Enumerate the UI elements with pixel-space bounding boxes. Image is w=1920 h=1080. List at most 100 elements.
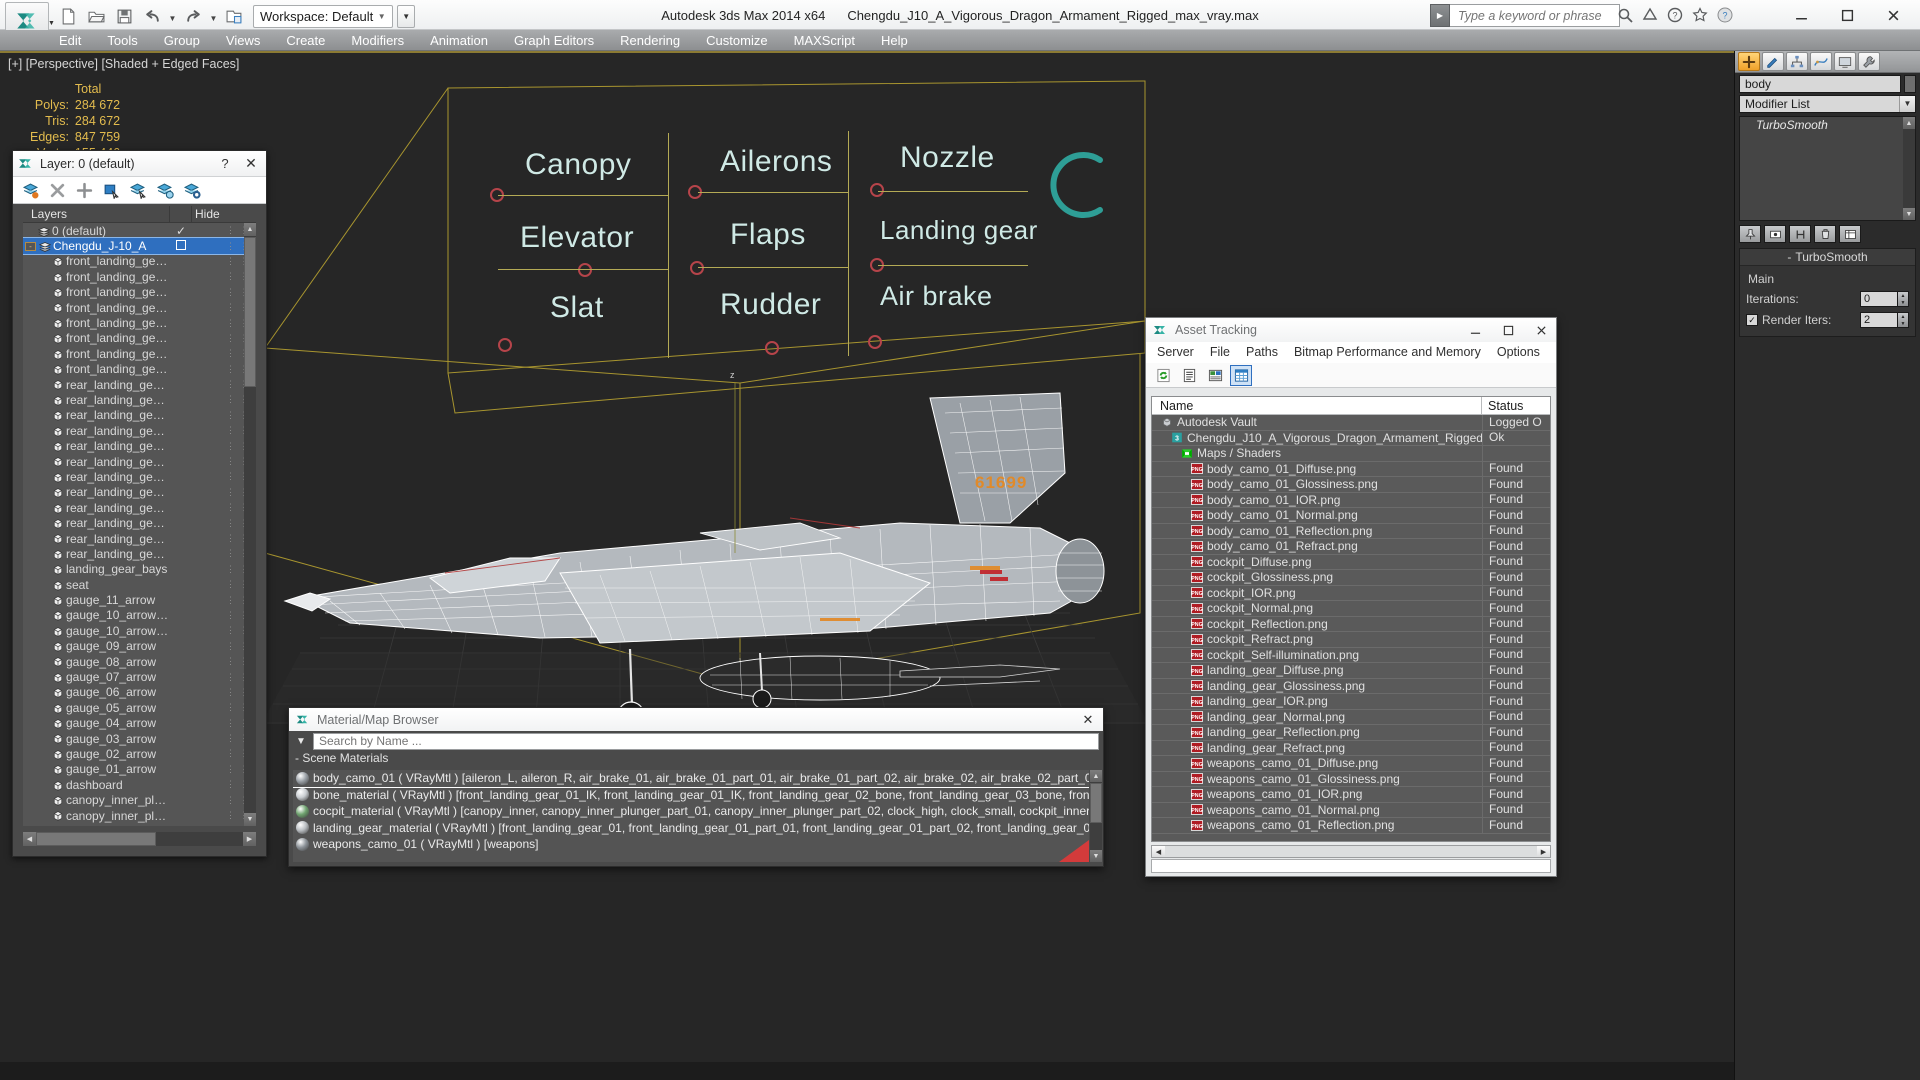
asset-list-grid[interactable]: Name Status Autodesk Vault Logged O 3 Cheng…: [1151, 396, 1551, 842]
layer-row[interactable]: gauge_05_arrow ⋮ ⋮: [23, 700, 256, 715]
scroll-left-arrow-icon[interactable]: ◀: [1152, 846, 1165, 857]
material-filter-dropdown-icon[interactable]: ▼: [293, 736, 309, 747]
paths-view-button[interactable]: [1204, 365, 1226, 386]
menu-item-views[interactable]: Views: [213, 30, 273, 51]
layer-row[interactable]: front_landing_gear_01_part_03⋮ ⋮: [23, 331, 256, 346]
object-name-input[interactable]: [1739, 74, 1901, 93]
layer-manager-dialog[interactable]: Layer: 0 (default) ? ✕ Layers Hide 0 (de…: [12, 150, 267, 857]
layer-dialog-close-button[interactable]: ✕: [240, 155, 262, 172]
layer-row[interactable]: - Chengdu_J-10_A ⋮ ⋮: [23, 237, 256, 255]
layer-row[interactable]: front_landing_gear_04⋮ ⋮: [23, 269, 256, 284]
expand-collapse-icon[interactable]: -: [25, 241, 36, 251]
close-button[interactable]: [1871, 2, 1916, 28]
undo-history-arrow-icon[interactable]: ▼: [167, 5, 178, 27]
modifier-list-dropdown[interactable]: Modifier List ▼: [1739, 95, 1916, 113]
asset-menu-file[interactable]: File: [1202, 342, 1238, 363]
highlight-selected-objects-button[interactable]: [154, 180, 177, 201]
scroll-thumb-h[interactable]: [36, 832, 156, 846]
scroll-up-arrow-icon[interactable]: ▲: [244, 223, 256, 236]
tab-utilities[interactable]: [1858, 52, 1880, 71]
scroll-right-arrow-icon[interactable]: ▶: [243, 832, 256, 846]
asset-row[interactable]: PNG cockpit_Glossiness.png Found: [1152, 569, 1550, 586]
maximize-button[interactable]: [1825, 2, 1870, 28]
scroll-thumb[interactable]: [244, 237, 256, 387]
asset-row[interactable]: PNG landing_gear_Reflection.png Found: [1152, 724, 1550, 741]
layer-row[interactable]: rear_landing_gear_L_wheel⋮ ⋮: [23, 515, 256, 530]
object-color-swatch[interactable]: [1904, 74, 1916, 93]
layer-row[interactable]: rear_landing_gear_L_02⋮ ⋮: [23, 546, 256, 561]
asset-row[interactable]: PNG cockpit_Reflection.png Found: [1152, 616, 1550, 632]
layer-row[interactable]: gauge_04_arrow ⋮ ⋮: [23, 716, 256, 731]
asset-row[interactable]: 3 Chengdu_J10_A_Vigorous_Dragon_Armament_…: [1152, 430, 1550, 446]
layer-dialog-help-button[interactable]: ?: [216, 156, 234, 171]
asset-row[interactable]: PNG landing_gear_Refract.png Found: [1152, 740, 1550, 756]
layer-row[interactable]: gauge_10_arrow_02 ⋮ ⋮: [23, 608, 256, 623]
rollout-header[interactable]: - TurboSmooth: [1740, 249, 1915, 266]
material-row[interactable]: weapons_camo_01 ( VRayMtl ) [weapons]: [293, 836, 1089, 853]
layer-row[interactable]: seat ⋮ ⋮: [23, 577, 256, 592]
turbosmooth-rollout[interactable]: - TurboSmooth Main Iterations: ▲▼ ✓ Rend…: [1739, 248, 1916, 337]
asset-row[interactable]: PNG body_camo_01_Refract.png Found: [1152, 538, 1550, 555]
layer-row[interactable]: front_landing_gear_03⋮ ⋮: [23, 254, 256, 269]
search-input[interactable]: [1450, 4, 1620, 27]
layer-row[interactable]: rear_landing_gear_L_01⋮ ⋮: [23, 531, 256, 546]
tab-modify[interactable]: [1762, 52, 1784, 71]
save-file-button[interactable]: [111, 5, 137, 28]
layer-list[interactable]: 0 (default) ✓ ⋮ ⋮ - Chengdu_J-10_A ⋮ ⋮ front_l…: [23, 223, 256, 826]
asset-row[interactable]: PNG weapons_camo_01_Glossiness.png Found: [1152, 771, 1550, 787]
tab-create[interactable]: [1738, 52, 1760, 71]
layer-row[interactable]: rear_landing_gear_R_02⋮ ⋮: [23, 500, 256, 515]
tab-motion[interactable]: [1810, 52, 1832, 71]
layer-row[interactable]: rear_landing_gear_L_05⋮ ⋮: [23, 377, 256, 392]
asset-menu-paths[interactable]: Paths: [1238, 342, 1286, 363]
asset-row[interactable]: PNG cockpit_Normal.png Found: [1152, 600, 1550, 617]
modifier-list-arrow-icon[interactable]: ▼: [1899, 96, 1915, 112]
make-unique-button[interactable]: [1789, 225, 1811, 243]
layer-row[interactable]: gauge_01_arrow ⋮ ⋮: [23, 762, 256, 777]
menu-item-help[interactable]: Help: [868, 30, 921, 51]
asset-row[interactable]: Maps / Shaders: [1152, 445, 1550, 462]
asset-row[interactable]: PNG body_camo_01_Normal.png Found: [1152, 507, 1550, 524]
layer-row[interactable]: canopy_inner_plunger_part_02⋮ ⋮: [23, 792, 256, 807]
render-iters-spinner-arrows[interactable]: ▲ ▼: [1898, 312, 1909, 328]
menu-item-animation[interactable]: Animation: [417, 30, 501, 51]
spinner-down-icon[interactable]: ▼: [1898, 299, 1908, 306]
iterations-spinner-arrows[interactable]: ▲ ▼: [1898, 291, 1909, 307]
layer-row[interactable]: rear_landing_gear_R_03⋮ ⋮: [23, 454, 256, 469]
scroll-thumb[interactable]: [1090, 783, 1102, 823]
render-iters-checkbox[interactable]: ✓: [1746, 314, 1758, 326]
material-row[interactable]: landing_gear_material ( VRayMtl ) [front…: [293, 820, 1089, 837]
layer-row[interactable]: dashboard ⋮ ⋮: [23, 777, 256, 792]
asset-row[interactable]: PNG landing_gear_IOR.png Found: [1152, 693, 1550, 710]
asset-row[interactable]: PNG weapons_camo_01_Reflection.png Found: [1152, 817, 1550, 834]
asset-row[interactable]: PNG cockpit_Diffuse.png Found: [1152, 554, 1550, 570]
layer-row[interactable]: gauge_06_arrow ⋮ ⋮: [23, 685, 256, 700]
refresh-button[interactable]: [1152, 365, 1174, 386]
modifier-stack-entry[interactable]: TurboSmooth: [1740, 117, 1915, 132]
menu-item-create[interactable]: Create: [273, 30, 338, 51]
scroll-down-arrow-icon[interactable]: ▼: [1903, 208, 1915, 220]
asset-row[interactable]: PNG cockpit_IOR.png Found: [1152, 585, 1550, 601]
search-dropdown-button[interactable]: ▶: [1430, 4, 1450, 27]
asset-horizontal-scrollbar[interactable]: ◀ ▶: [1151, 845, 1551, 858]
layer-row[interactable]: gauge_11_arrow ⋮ ⋮: [23, 592, 256, 607]
create-new-layer-button[interactable]: [19, 180, 42, 201]
asset-row[interactable]: PNG body_camo_01_Reflection.png Found: [1152, 523, 1550, 539]
menu-item-group[interactable]: Group: [151, 30, 213, 51]
asset-row[interactable]: PNG weapons_camo_01_Normal.png Found: [1152, 802, 1550, 818]
layer-row[interactable]: front_landing_gear_02⋮ ⋮: [23, 285, 256, 300]
menu-item-modifiers[interactable]: Modifiers: [338, 30, 417, 51]
layer-row[interactable]: rear_landing_gear_R_05⋮ ⋮: [23, 423, 256, 438]
material-row[interactable]: body_camo_01 ( VRayMtl ) [aileron_L, ail…: [293, 770, 1089, 788]
favorites-star-icon[interactable]: [1690, 5, 1710, 25]
workspace-more-button[interactable]: ▼: [397, 4, 416, 28]
help-dropdown-icon[interactable]: ?: [1665, 5, 1685, 25]
layer-hide-cell[interactable]: ✓: [170, 224, 192, 238]
layer-row[interactable]: cockpit_inner⋮ ⋮: [23, 823, 256, 826]
asset-column-name[interactable]: Name: [1152, 397, 1482, 415]
spinner-up-icon[interactable]: ▲: [1898, 292, 1908, 299]
layer-column-header-hide[interactable]: Hide: [192, 206, 226, 223]
remove-modifier-button[interactable]: [1814, 225, 1836, 243]
menu-item-tools[interactable]: Tools: [94, 30, 150, 51]
configure-modifier-sets-button[interactable]: [1839, 225, 1861, 243]
